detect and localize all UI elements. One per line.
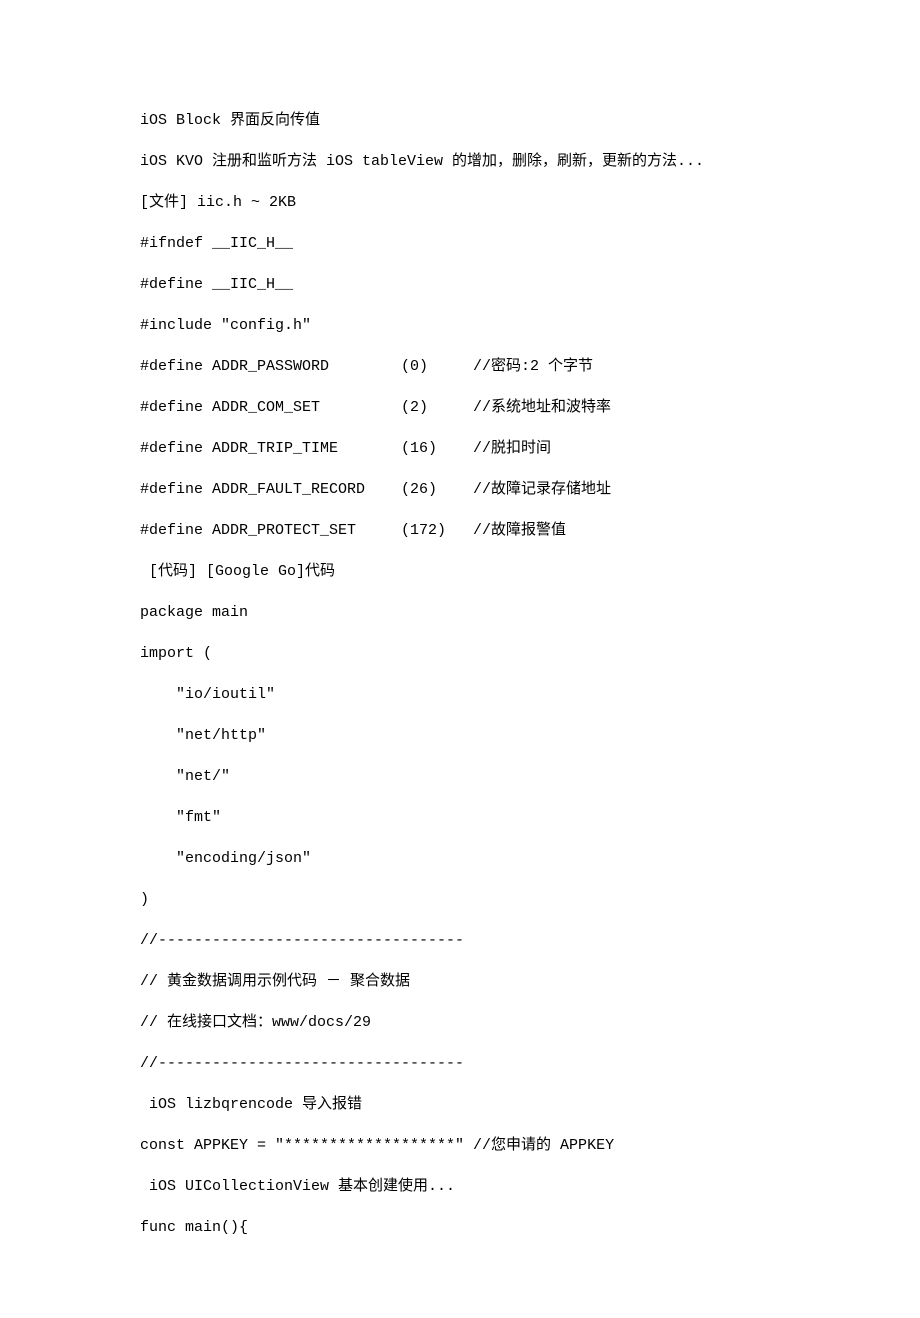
text-line: "net/" bbox=[140, 766, 780, 787]
text-line: "encoding/json" bbox=[140, 848, 780, 869]
text-line: [文件] iic.h ~ 2KB bbox=[140, 192, 780, 213]
text-line: "io/ioutil" bbox=[140, 684, 780, 705]
text-line: "net/http" bbox=[140, 725, 780, 746]
text-line: iOS UICollectionView 基本创建使用... bbox=[140, 1176, 780, 1197]
text-line: [代码] [Google Go]代码 bbox=[140, 561, 780, 582]
text-line: #define ADDR_FAULT_RECORD (26) //故障记录存储地… bbox=[140, 479, 780, 500]
text-line: iOS Block 界面反向传值 bbox=[140, 110, 780, 131]
text-line: func main(){ bbox=[140, 1217, 780, 1238]
text-line: #define ADDR_PROTECT_SET (172) //故障报警值 bbox=[140, 520, 780, 541]
text-line: ) bbox=[140, 889, 780, 910]
text-line: #define __IIC_H__ bbox=[140, 274, 780, 295]
text-line: import ( bbox=[140, 643, 780, 664]
text-line: const APPKEY = "*******************" //您… bbox=[140, 1135, 780, 1156]
text-line: iOS KVO 注册和监听方法 iOS tableView 的增加，删除，刷新，… bbox=[140, 151, 780, 172]
text-line: #define ADDR_COM_SET (2) //系统地址和波特率 bbox=[140, 397, 780, 418]
text-line: "fmt" bbox=[140, 807, 780, 828]
text-line: #define ADDR_PASSWORD (0) //密码:2 个字节 bbox=[140, 356, 780, 377]
text-line: //---------------------------------- bbox=[140, 930, 780, 951]
text-line: #ifndef __IIC_H__ bbox=[140, 233, 780, 254]
document-page: iOS Block 界面反向传值 iOS KVO 注册和监听方法 iOS tab… bbox=[0, 0, 920, 1318]
text-line: //---------------------------------- bbox=[140, 1053, 780, 1074]
text-line: #define ADDR_TRIP_TIME (16) //脱扣时间 bbox=[140, 438, 780, 459]
text-line: iOS lizbqrencode 导入报错 bbox=[140, 1094, 780, 1115]
text-line: // 黄金数据调用示例代码 － 聚合数据 bbox=[140, 971, 780, 992]
text-line: #include "config.h" bbox=[140, 315, 780, 336]
text-line: package main bbox=[140, 602, 780, 623]
text-line: // 在线接口文档：www/docs/29 bbox=[140, 1012, 780, 1033]
